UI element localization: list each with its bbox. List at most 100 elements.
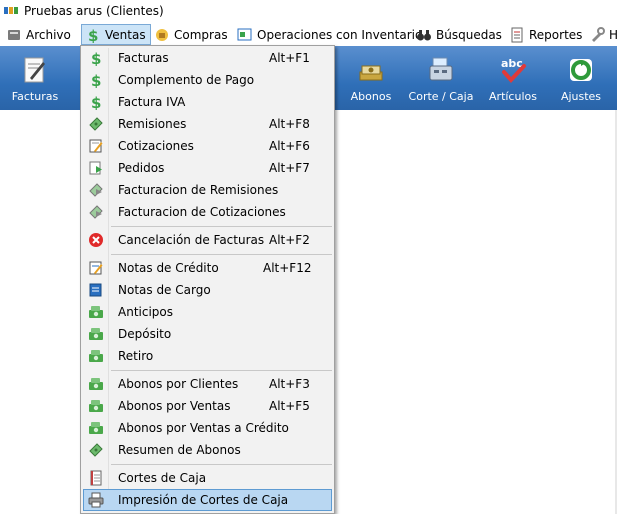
toolbar-facturas-button[interactable]: Facturas [6,46,64,110]
menu-item-label: Facturacion de Remisiones [118,183,279,197]
menu-item-cotizaciones[interactable]: Cotizaciones Alt+F6 [83,135,332,157]
toolbar-articulos-button[interactable]: abc Artículos [486,46,540,110]
menu-item-label: Cotizaciones [118,139,194,153]
menu-item-abonos-clientes[interactable]: Abonos por Clientes Alt+F3 [83,373,332,395]
menu-item-facturacion-cotizaciones[interactable]: Facturacion de Cotizaciones [83,201,332,223]
toolbar-abonos-button[interactable]: Abonos [344,46,398,110]
menu-item-complemento-pago[interactable]: $ Complemento de Pago [83,69,332,91]
cancel-icon [89,233,103,247]
money-icon [89,306,103,318]
menu-item-label: Facturas [118,51,169,65]
menu-busquedas[interactable]: Búsquedas [416,24,502,45]
menu-item-remisiones[interactable]: Remisiones Alt+F8 [83,113,332,135]
inventory-icon [237,28,252,40]
menu-item-label: Complemento de Pago [118,73,255,87]
invoice-pen-icon [24,57,45,83]
menu-item-facturas[interactable]: $ Facturas Alt+F1 [83,47,332,69]
menu-item-cancelacion-facturas[interactable]: Cancelación de Facturas Alt+F2 [83,229,332,251]
menu-busquedas-label: Búsquedas [436,27,502,42]
menu-operaciones-label: Operaciones con Inventario [257,27,423,42]
tools-icon [592,26,605,42]
menu-item-label: Notas de Crédito [118,261,219,275]
menu-item-abonos-ventas-credito[interactable]: Abonos por Ventas a Crédito [83,417,332,439]
menu-item-shortcut: Alt+F3 [269,377,310,391]
purchases-icon [156,28,168,41]
cash-register-icon [429,57,453,81]
menu-item-abonos-ventas[interactable]: Abonos por Ventas Alt+F5 [83,395,332,417]
dollar-icon: $ [91,94,101,110]
menu-herramientas[interactable]: H [589,24,617,45]
menu-item-factura-iva[interactable]: $ Factura IVA [83,91,332,113]
menu-item-label: Cancelación de Facturas [118,233,265,247]
report-icon [511,27,523,42]
toolbar-ajustes-button[interactable]: Ajustes [556,46,606,110]
menu-reportes-label: Reportes [529,27,583,42]
svg-text:$: $ [91,72,101,88]
menu-item-shortcut: Alt+F1 [269,51,310,65]
menu-item-label: Pedidos [118,161,165,175]
toolbar-corte-caja-button[interactable]: Corte / Caja [408,46,474,110]
money-icon [89,328,103,340]
toolbar-facturas-label: Facturas [11,90,59,103]
menu-item-anticipos[interactable]: Anticipos [83,301,332,323]
svg-text:$: $ [91,94,101,110]
menu-item-deposito[interactable]: Depósito [83,323,332,345]
menu-archivo-label: Archivo [26,27,71,42]
toolbar-articulos-label: Artículos [489,90,537,103]
title-bar: Pruebas arus (Clientes) [0,0,617,23]
menu-item-notas-cargo[interactable]: Notas de Cargo [83,279,332,301]
toolbar-ajustes-label: Ajustes [560,90,602,103]
order-icon [89,161,102,175]
menu-item-shortcut: Alt+F5 [269,399,310,413]
bill-icon [89,443,103,457]
convert-icon [89,183,103,197]
menu-ventas-label: Ventas [105,27,146,42]
quote-icon [89,139,103,153]
printer-icon [88,492,104,508]
menu-item-label: Factura IVA [118,95,186,109]
menu-ventas[interactable]: $ Ventas [81,24,151,45]
menu-item-retiro[interactable]: Retiro [83,345,332,367]
dollar-icon: $ [91,50,101,66]
menu-item-label: Resumen de Abonos [118,443,241,457]
credit-note-icon [89,261,103,275]
menu-item-label: Cortes de Caja [118,471,207,485]
menu-item-notas-credito[interactable]: Notas de Crédito Alt+F12 [83,257,332,279]
menu-item-facturacion-remisiones[interactable]: Facturacion de Remisiones [83,179,332,201]
svg-text:$: $ [88,27,98,43]
menu-herramientas-label: H [609,27,617,42]
menu-item-pedidos[interactable]: Pedidos Alt+F7 [83,157,332,179]
menu-separator [111,370,332,371]
toolbar-abonos-label: Abonos [350,90,392,103]
menu-item-label: Abonos por Clientes [118,377,239,391]
convert-icon [89,205,103,219]
bill-icon [89,117,103,131]
menu-item-label: Abonos por Ventas [118,399,231,413]
menu-item-label: Facturacion de Cotizaciones [118,205,286,219]
menu-item-impresion-cortes-caja[interactable]: Impresión de Cortes de Caja [83,489,332,511]
money-icon [89,378,103,390]
menu-compras-label: Compras [174,27,228,42]
charge-note-icon [89,283,102,297]
binoculars-icon [417,29,431,40]
menu-operaciones[interactable]: Operaciones con Inventario [237,24,422,45]
menu-separator [111,464,332,465]
menu-archivo[interactable]: Archivo [6,24,71,45]
menu-item-label: Retiro [118,349,154,363]
menu-item-shortcut: Alt+F8 [269,117,310,131]
toolbar-corte-caja-label: Corte / Caja [408,90,474,103]
money-icon [89,422,103,434]
menu-item-shortcut: Alt+F7 [269,161,310,175]
menu-compras[interactable]: Compras [154,24,228,45]
ledger-icon [90,470,102,486]
menu-item-cortes-caja[interactable]: Cortes de Caja [83,467,332,489]
menu-item-label: Depósito [118,327,172,341]
menu-item-label: Abonos por Ventas a Crédito [118,421,289,435]
menu-item-shortcut: Alt+F12 [263,261,312,275]
menu-reportes[interactable]: Reportes [509,24,582,45]
archive-icon [8,29,20,40]
svg-text:$: $ [91,50,101,66]
menu-item-resumen-abonos[interactable]: Resumen de Abonos [83,439,332,461]
menu-item-label: Impresión de Cortes de Caja [118,493,289,507]
menu-item-shortcut: Alt+F2 [269,233,310,247]
